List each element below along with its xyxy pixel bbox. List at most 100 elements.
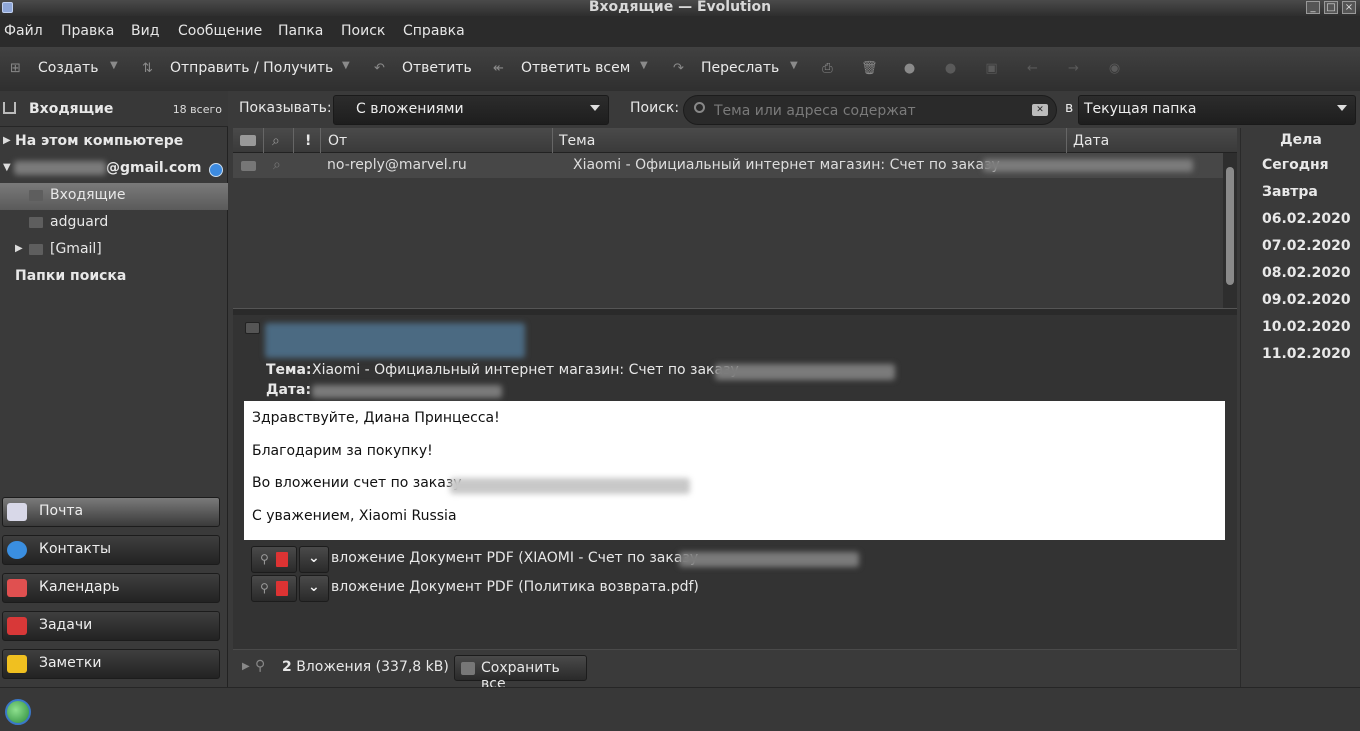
stop-icon[interactable]: ◉ bbox=[1107, 61, 1122, 76]
reply-icon[interactable]: ↶ bbox=[372, 61, 387, 76]
previous-icon[interactable]: ← bbox=[1025, 61, 1040, 76]
task-group-date[interactable]: 08.02.2020 bbox=[1262, 265, 1351, 281]
forward-dropdown-icon[interactable]: ▼ bbox=[790, 60, 798, 71]
nav-memos-label: Заметки bbox=[39, 655, 102, 671]
folder-adguard-label: adguard bbox=[50, 214, 109, 230]
clear-search-icon[interactable]: ✕ bbox=[1032, 104, 1048, 116]
menu-message[interactable]: Сообщение bbox=[178, 23, 262, 39]
collapse-headers-icon[interactable] bbox=[245, 322, 260, 334]
nav-contacts[interactable]: Контакты bbox=[2, 535, 220, 565]
show-filter-select[interactable]: С вложениями bbox=[333, 95, 609, 125]
scope-select[interactable]: Текущая папка bbox=[1078, 95, 1356, 125]
message-count: 18 всего bbox=[172, 103, 222, 116]
folder-adguard[interactable]: adguard bbox=[0, 210, 228, 237]
task-group-date[interactable]: 06.02.2020 bbox=[1262, 211, 1351, 227]
forward-button[interactable]: Переслать bbox=[701, 60, 779, 76]
body-signature: С уважением, Xiaomi Russia bbox=[252, 508, 457, 524]
subject-value: Xiaomi - Официальный интернет магазин: С… bbox=[312, 362, 739, 378]
menu-edit[interactable]: Правка bbox=[61, 23, 114, 39]
menu-view[interactable]: Вид bbox=[131, 23, 159, 39]
folder-inbox-label: Входящие bbox=[50, 187, 126, 203]
column-separator bbox=[263, 128, 264, 153]
redacted-order-number bbox=[450, 478, 690, 494]
expand-icon[interactable]: ▶ bbox=[3, 135, 11, 146]
message-list-scrollbar[interactable] bbox=[1223, 153, 1237, 308]
task-group-date[interactable]: 10.02.2020 bbox=[1262, 319, 1351, 335]
attachment-menu-button[interactable]: ⌄ bbox=[299, 546, 329, 573]
task-group-date[interactable]: 09.02.2020 bbox=[1262, 292, 1351, 308]
chevron-down-icon: ⌄ bbox=[308, 579, 320, 595]
nav-memos[interactable]: Заметки bbox=[2, 649, 220, 679]
folder-gmail-label: [Gmail] bbox=[50, 241, 102, 257]
new-button[interactable]: Создать bbox=[38, 60, 98, 76]
column-from[interactable]: От bbox=[328, 133, 347, 149]
forward-icon[interactable]: ↷ bbox=[671, 61, 686, 76]
expand-icon[interactable]: ▶ bbox=[15, 243, 23, 254]
not-junk-icon[interactable]: ● bbox=[943, 61, 958, 76]
next-icon[interactable]: → bbox=[1066, 61, 1081, 76]
title-bar: Входящие — Evolution _ □ × bbox=[0, 0, 1360, 16]
menu-help[interactable]: Справка bbox=[403, 23, 465, 39]
column-subject[interactable]: Тема bbox=[559, 133, 595, 149]
status-bar bbox=[0, 687, 1360, 731]
menu-folder[interactable]: Папка bbox=[278, 23, 323, 39]
task-group-today[interactable]: Сегодня bbox=[1262, 157, 1329, 173]
tree-account[interactable]: ▼ @gmail.com bbox=[0, 156, 228, 183]
search-box[interactable]: ✕ bbox=[683, 95, 1057, 125]
close-button[interactable]: × bbox=[1342, 1, 1356, 14]
menu-search[interactable]: Поиск bbox=[341, 23, 385, 39]
tree-local[interactable]: ▶ На этом компьютере bbox=[0, 129, 228, 156]
search-folders[interactable]: Папки поиска bbox=[0, 264, 228, 291]
current-folder-name: Входящие bbox=[29, 101, 114, 117]
nav-tasks[interactable]: Задачи bbox=[2, 611, 220, 641]
attachments-count: 2 bbox=[282, 659, 292, 675]
scrollbar-thumb[interactable] bbox=[1226, 167, 1234, 285]
open-attachment-button[interactable]: ⚲ bbox=[251, 546, 297, 573]
print-icon[interactable]: ⎙ bbox=[820, 61, 835, 76]
archive-icon[interactable]: ▣ bbox=[984, 61, 999, 76]
reply-all-button[interactable]: Ответить всем bbox=[521, 60, 630, 76]
folder-gmail[interactable]: ▶ [Gmail] bbox=[0, 237, 228, 264]
nav-contacts-label: Контакты bbox=[39, 541, 112, 557]
attachment-column-icon[interactable]: ⌕ bbox=[272, 133, 280, 149]
memos-icon bbox=[7, 655, 27, 673]
nav-mail[interactable]: Почта bbox=[2, 497, 220, 527]
pane-divider[interactable] bbox=[233, 308, 1237, 315]
status-column-icon[interactable] bbox=[240, 135, 256, 146]
attachment-label: вложение Документ PDF (XIAOMI - Счет по … bbox=[331, 550, 699, 566]
attachment-menu-button[interactable]: ⌄ bbox=[299, 575, 329, 602]
date-label: Дата: bbox=[266, 382, 312, 398]
search-input[interactable] bbox=[714, 101, 1014, 121]
maximize-button[interactable]: □ bbox=[1324, 1, 1338, 14]
new-dropdown-icon[interactable]: ▼ bbox=[110, 60, 118, 71]
send-receive-dropdown-icon[interactable]: ▼ bbox=[342, 60, 350, 71]
expand-attachments-icon[interactable]: ▶ bbox=[242, 661, 250, 672]
nav-calendar[interactable]: Календарь bbox=[2, 573, 220, 603]
send-receive-button[interactable]: Отправить / Получить bbox=[170, 60, 333, 76]
search-icon bbox=[694, 102, 705, 113]
delete-icon[interactable]: 🗑 bbox=[861, 61, 878, 76]
junk-icon[interactable]: ● bbox=[902, 61, 917, 76]
row-from: no-reply@marvel.ru bbox=[327, 157, 467, 173]
reply-all-dropdown-icon[interactable]: ▼ bbox=[640, 60, 648, 71]
folder-inbox[interactable]: Входящие bbox=[0, 183, 228, 210]
collapse-icon[interactable]: ▼ bbox=[3, 162, 11, 173]
attachment-icon: ⚲ bbox=[260, 581, 269, 595]
task-group-date[interactable]: 07.02.2020 bbox=[1262, 238, 1351, 254]
open-attachment-button[interactable]: ⚲ bbox=[251, 575, 297, 602]
menu-file[interactable]: Файл bbox=[4, 23, 43, 39]
reply-button[interactable]: Ответить bbox=[402, 60, 472, 76]
table-row[interactable]: ⌕ no-reply@marvel.ru Xiaomi - Официальны… bbox=[233, 153, 1223, 178]
minimize-button[interactable]: _ bbox=[1306, 1, 1320, 14]
redacted-date-value bbox=[312, 385, 502, 398]
column-date[interactable]: Дата bbox=[1073, 133, 1109, 149]
task-group-tomorrow[interactable]: Завтра bbox=[1262, 184, 1318, 200]
reply-all-icon[interactable]: ↞ bbox=[491, 61, 506, 76]
send-receive-icon[interactable]: ⇅ bbox=[140, 61, 155, 76]
save-all-button[interactable]: Сохранить все bbox=[454, 655, 587, 692]
importance-column-icon[interactable]: ! bbox=[305, 133, 311, 149]
new-icon[interactable]: ⊞ bbox=[8, 61, 23, 76]
message-list-header: ⌕ ! От Тема Дата bbox=[233, 128, 1237, 153]
online-globe-icon[interactable] bbox=[5, 699, 31, 725]
task-group-date[interactable]: 11.02.2020 bbox=[1262, 346, 1351, 362]
